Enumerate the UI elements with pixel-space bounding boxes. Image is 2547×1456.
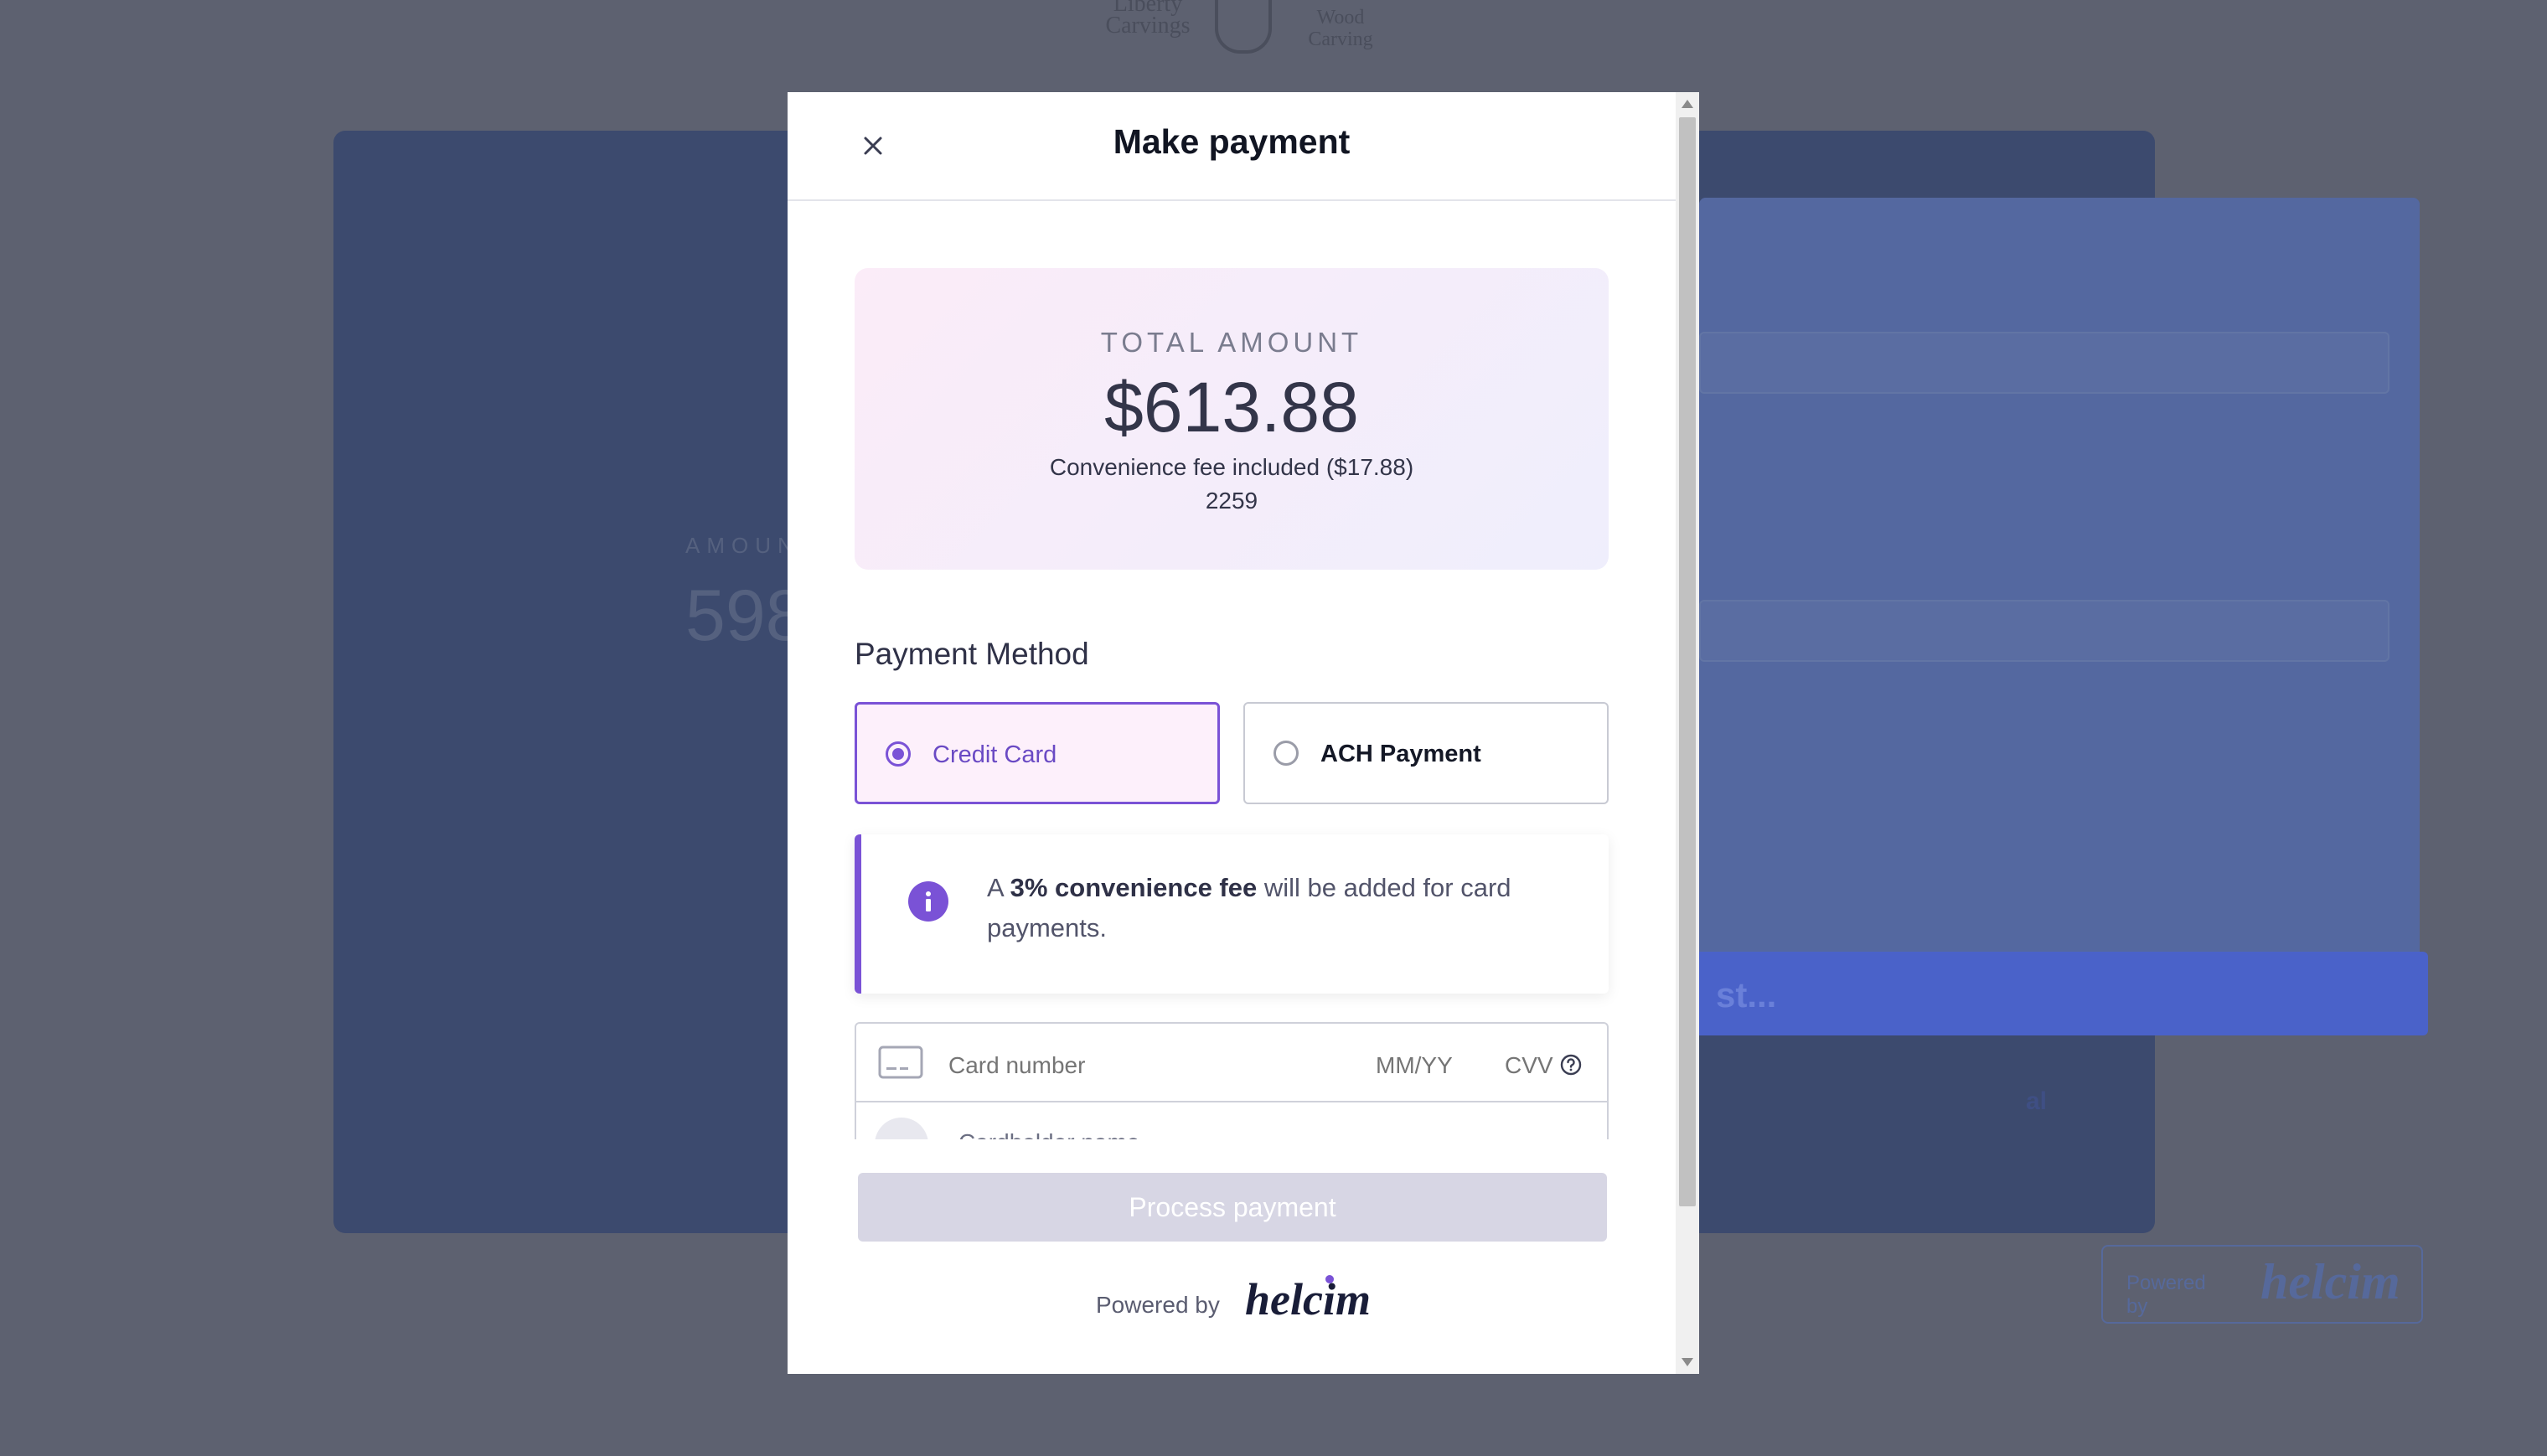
credit-card-icon xyxy=(878,1046,923,1079)
merchant-logo-left-text: Liberty Carvings xyxy=(1105,0,1191,39)
convenience-fee-notice: A 3% convenience fee will be added for c… xyxy=(855,834,1609,994)
card-number-row xyxy=(856,1024,1607,1102)
modal-scrollbar[interactable] xyxy=(1676,92,1699,1374)
helcim-logo-dot xyxy=(1325,1275,1334,1283)
payment-option-label: Credit Card xyxy=(933,741,1057,768)
invoice-reference: 2259 xyxy=(1205,488,1258,514)
total-amount-card: TOTAL AMOUNT $613.88 Convenience fee inc… xyxy=(855,268,1609,570)
modal-footer: Process payment Powered by helcim xyxy=(788,1139,1676,1374)
radio-unselected-icon xyxy=(1274,741,1299,766)
payment-option-credit-card[interactable]: Credit Card xyxy=(855,702,1220,804)
background-form-panel xyxy=(1699,198,2420,1035)
expiry-input[interactable] xyxy=(1376,1052,1468,1079)
background-powered-by: Powered by xyxy=(2126,1272,2206,1318)
scroll-down-arrow-icon[interactable] xyxy=(1676,1350,1699,1374)
notice-prefix: A xyxy=(987,873,1010,902)
process-payment-button[interactable]: Process payment xyxy=(858,1173,1607,1242)
merchant-logo-right-text: Wood Carving xyxy=(1308,7,1373,50)
scrollbar-thumb[interactable] xyxy=(1679,117,1696,1206)
info-icon xyxy=(908,881,948,922)
cvv-input[interactable] xyxy=(1505,1052,1563,1079)
background-field xyxy=(1699,332,2389,394)
helcim-logo: helcim xyxy=(1245,1274,1371,1324)
radio-selected-icon xyxy=(886,741,911,767)
question-circle-icon[interactable] xyxy=(1560,1054,1582,1076)
powered-by-text: Powered by xyxy=(1096,1292,1220,1318)
card-number-input[interactable] xyxy=(948,1052,1334,1079)
payment-option-label: ACH Payment xyxy=(1320,741,1481,767)
payment-modal: Make payment TOTAL AMOUNT $613.88 Conven… xyxy=(788,92,1699,1374)
payment-method-heading: Payment Method xyxy=(855,637,1089,671)
background-field xyxy=(1699,600,2389,662)
background-link: al xyxy=(2026,1087,2048,1115)
background-button xyxy=(1682,952,2428,1035)
total-amount-label: TOTAL AMOUNT xyxy=(1100,327,1363,358)
notice-text: A 3% convenience fee will be added for c… xyxy=(987,868,1573,948)
merchant-logo: Liberty Carvings Wood Carving xyxy=(1089,0,1391,59)
background-helcim-logo: helcim xyxy=(2260,1254,2400,1309)
modal-title: Make payment xyxy=(1113,122,1351,161)
total-amount-value: $613.88 xyxy=(1104,368,1359,447)
modal-header: Make payment xyxy=(788,92,1676,201)
notice-emphasis: 3% convenience fee xyxy=(1010,873,1258,902)
crest-icon xyxy=(1215,0,1272,54)
payment-option-ach[interactable]: ACH Payment xyxy=(1243,702,1609,804)
background-button-text: st... xyxy=(1716,975,1777,1015)
convenience-fee-note: Convenience fee included ($17.88) xyxy=(1049,454,1414,480)
scroll-up-arrow-icon[interactable] xyxy=(1676,92,1699,116)
